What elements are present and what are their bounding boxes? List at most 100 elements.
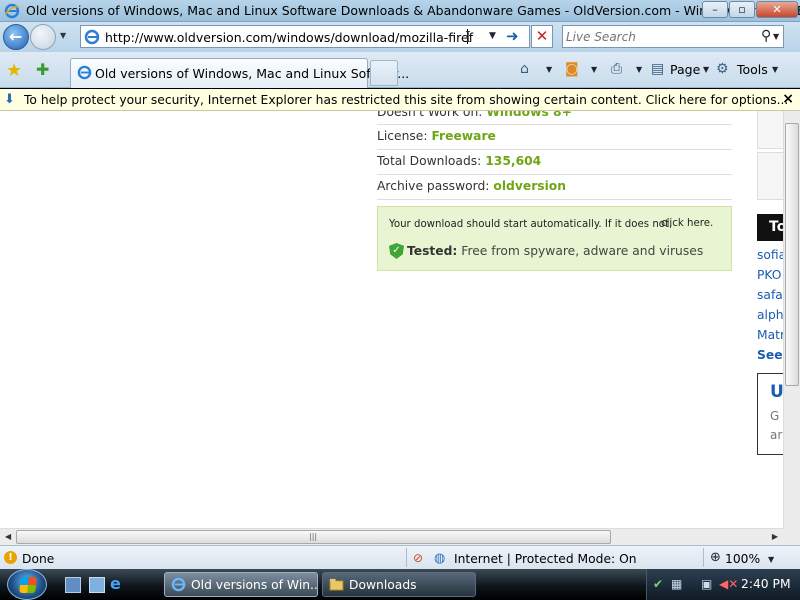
tray-update-icon[interactable]: ✔ [653, 577, 663, 591]
maximize-button[interactable]: ▫ [729, 1, 755, 18]
password-value: oldversion [493, 179, 566, 193]
close-icon: ✕ [772, 3, 782, 16]
globe-icon: ◍ [434, 551, 446, 566]
status-text: Done [22, 552, 55, 566]
folder-icon [329, 577, 344, 595]
promo-heading: U [770, 382, 783, 402]
scroll-grip-icon: ||| [309, 532, 318, 541]
promo-text-line: G [770, 409, 780, 423]
vertical-scrollbar[interactable] [783, 111, 800, 528]
ie-logo-icon [171, 577, 186, 595]
home-icon[interactable]: ⌂ [520, 61, 529, 77]
taskbar: e Old versions of Win... Downloads ✔ ▦ ▣… [0, 569, 800, 600]
tested-label: Tested: [407, 244, 458, 258]
start-button[interactable] [7, 569, 47, 600]
address-bar[interactable]: http://www.oldversion.com/windows/downlo… [80, 25, 530, 48]
license-value-link[interactable]: Freeware [431, 129, 495, 143]
scrollbar-corner [783, 528, 800, 545]
tray-network-icon[interactable]: ▦ [671, 577, 682, 591]
os-support-row: Doesn't Work on: Windows 8+ [377, 111, 732, 119]
sidebar-link[interactable]: alph [757, 308, 783, 322]
ibeam-cursor-icon: I [465, 28, 471, 46]
downloads-label: Total Downloads: [377, 154, 482, 168]
home-dropdown-icon[interactable]: ▼ [546, 65, 552, 74]
tab-ie-icon [77, 65, 92, 83]
forward-button[interactable] [30, 24, 56, 50]
address-dropdown-icon[interactable]: ▼ [489, 31, 496, 41]
print-dropdown-icon[interactable]: ▼ [636, 65, 642, 74]
information-bar[interactable]: ⬇ To help protect your security, Interne… [0, 89, 800, 111]
close-window-button[interactable]: ✕ [756, 1, 798, 18]
stop-button[interactable]: ✕ [531, 25, 553, 48]
tab-active[interactable]: Old versions of Windows, Mac and Linux S… [70, 58, 409, 88]
zoom-level[interactable]: 100% [725, 552, 760, 566]
quicklaunch-ie-icon[interactable]: e [110, 576, 126, 593]
tools-dropdown-icon[interactable]: ▼ [772, 65, 778, 74]
horizontal-scrollbar[interactable]: ◀ ||| ▶ [0, 528, 783, 545]
divider [377, 149, 732, 150]
clock[interactable]: 2:40 PM [741, 577, 791, 591]
ie-logo-icon [4, 3, 20, 22]
warning-icon[interactable]: ! [4, 551, 17, 564]
tray-volume-muted-icon[interactable]: ◀✕ [719, 577, 738, 591]
minimize-button[interactable]: – [702, 1, 728, 18]
license-row: License: Freeware [377, 129, 732, 143]
taskbar-item-downloads[interactable]: Downloads [322, 572, 476, 597]
switch-windows-icon[interactable] [89, 577, 105, 593]
taskbar-item-label: Old versions of Win... [191, 578, 318, 592]
zoom-dropdown-icon[interactable]: ▼ [768, 555, 774, 564]
search-options-dropdown-icon[interactable]: ▼ [773, 32, 779, 41]
page-menu[interactable]: Page [670, 62, 700, 77]
history-dropdown-icon[interactable]: ▼ [60, 31, 66, 40]
license-label: License: [377, 129, 428, 143]
horizontal-scroll-thumb[interactable]: ||| [16, 530, 611, 544]
download-notice-text: Your download should start automatically… [389, 219, 673, 230]
scroll-left-icon[interactable]: ◀ [5, 532, 11, 541]
zoom-magnifier-icon[interactable]: ⊕ [710, 550, 721, 565]
tab-label: Old versions of Windows, Mac and Linux S… [95, 66, 410, 81]
print-icon[interactable]: ⎙ [611, 61, 622, 77]
tested-statement: Tested: Free from spyware, adware and vi… [407, 244, 703, 258]
divider [703, 548, 704, 567]
feeds-dropdown-icon[interactable]: ▼ [591, 65, 597, 74]
taskbar-item-ie[interactable]: Old versions of Win... [164, 572, 318, 597]
sidebar-app-icon[interactable] [757, 111, 783, 149]
sidebar-link[interactable]: sofia [757, 248, 783, 262]
close-information-bar-icon[interactable]: × [782, 91, 794, 107]
status-bar: ! Done ⊘ ◍ Internet | Protected Mode: On… [0, 545, 800, 569]
page-menu-icon: ▤ [651, 61, 665, 77]
tools-menu[interactable]: Tools [737, 62, 768, 77]
navigation-bar: ▼ http://www.oldversion.com/windows/down… [0, 22, 800, 52]
sidebar-promo-box[interactable]: U G ar [757, 373, 783, 455]
window-title-bar[interactable]: Old versions of Windows, Mac and Linux S… [0, 0, 800, 22]
page-content: Doesn't Work on: Windows 8+ License: Fre… [0, 111, 783, 528]
new-tab-button[interactable] [370, 60, 398, 86]
blocked-content-icon[interactable]: ⊘ [413, 551, 423, 565]
information-bar-message[interactable]: To help protect your security, Internet … [24, 93, 788, 107]
security-zone[interactable]: Internet | Protected Mode: On [454, 552, 637, 566]
maximize-icon: ▫ [738, 3, 746, 16]
favorites-star-icon[interactable]: ★ [6, 60, 22, 81]
sidebar-app-icon[interactable] [757, 152, 783, 200]
vertical-scroll-thumb[interactable] [785, 123, 799, 386]
feeds-icon[interactable]: ◙ [565, 61, 579, 77]
click-here-link[interactable]: click here. [661, 218, 713, 229]
tray-monitor-icon[interactable]: ▣ [701, 577, 712, 591]
search-input[interactable] [566, 28, 746, 45]
add-favorite-icon[interactable]: ✚ [36, 60, 49, 79]
go-arrow-icon[interactable]: ➜ [506, 27, 519, 45]
system-tray: ✔ ▦ ▣ ◀✕ 2:40 PM [646, 569, 800, 600]
page-dropdown-icon[interactable]: ▼ [703, 65, 709, 74]
show-desktop-icon[interactable] [65, 577, 81, 593]
scroll-right-icon[interactable]: ▶ [772, 532, 778, 541]
sidebar-see-more-link[interactable]: See [757, 348, 783, 362]
sidebar-heading: To [757, 214, 783, 241]
back-button[interactable] [3, 24, 29, 50]
sidebar-link[interactable]: PKO [757, 268, 782, 282]
sidebar-link[interactable]: safa [757, 288, 783, 302]
search-icon[interactable]: ⚲ [761, 28, 771, 44]
url-input[interactable]: http://www.oldversion.com/windows/downlo… [105, 30, 473, 45]
password-label: Archive password: [377, 179, 490, 193]
sidebar-link[interactable]: Matr [757, 328, 783, 342]
search-box[interactable]: ⚲ ▼ [562, 25, 784, 48]
